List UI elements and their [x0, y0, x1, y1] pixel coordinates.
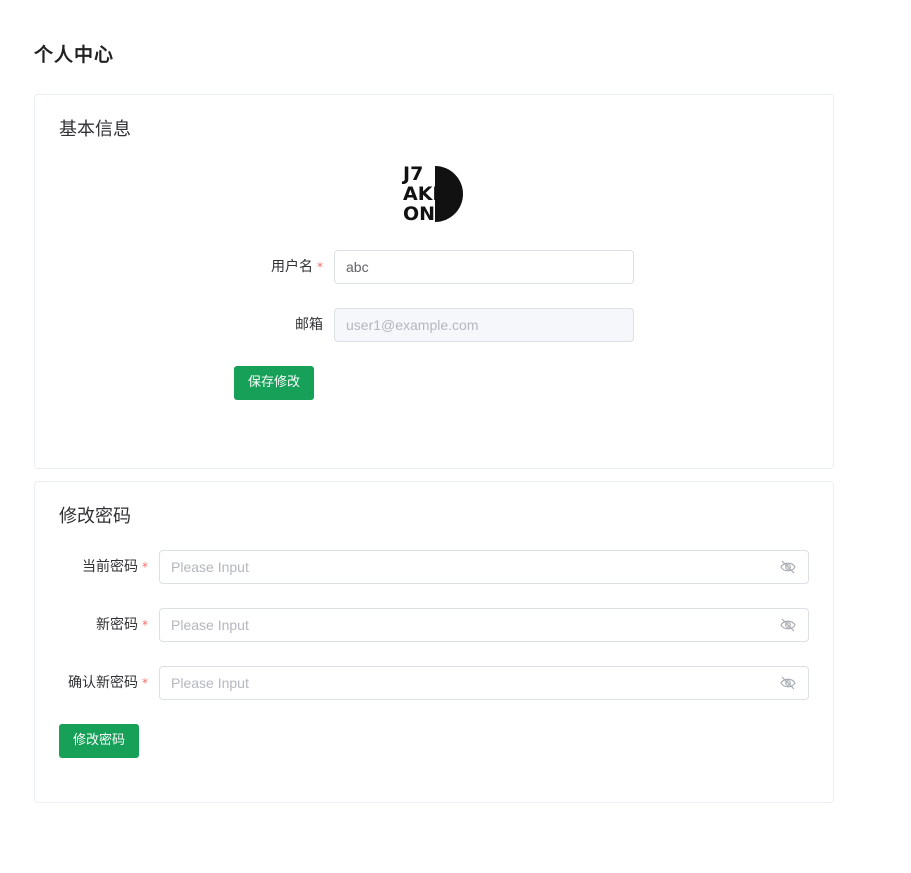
confirm-password-label: 确认新密码 * — [68, 675, 148, 691]
confirm-password-input[interactable]: Please Input — [159, 666, 809, 700]
confirm-password-placeholder: Please Input — [171, 675, 249, 691]
current-password-placeholder: Please Input — [171, 559, 249, 575]
username-input[interactable]: abc — [334, 250, 634, 284]
change-password-title: 修改密码 — [59, 506, 131, 527]
required-mark: * — [317, 260, 323, 274]
current-password-input[interactable]: Please Input — [159, 550, 809, 584]
avatar-text-line-1: J7 — [401, 163, 423, 185]
required-mark: * — [142, 560, 148, 574]
page-title: 个人中心 — [34, 44, 115, 66]
username-label: 用户名 * — [271, 259, 323, 275]
eye-off-icon[interactable] — [780, 560, 796, 574]
required-mark: * — [142, 676, 148, 690]
avatar-text-line-3: ONI — [403, 203, 442, 225]
eye-off-icon[interactable] — [780, 618, 796, 632]
change-password-card: 修改密码 当前密码 * Please Input 新密码 * Please Inpu… — [34, 481, 834, 803]
required-mark: * — [142, 618, 148, 632]
new-password-label: 新密码 * — [96, 617, 148, 633]
email-label: 邮箱 — [295, 317, 323, 333]
save-button[interactable]: 保存修改 — [234, 366, 315, 400]
new-password-placeholder: Please Input — [171, 617, 249, 633]
change-password-button[interactable]: 修改密码 — [59, 724, 140, 758]
basic-info-card: 基本信息 J7 AKI ONI 用户名 * abc 邮箱 user1@exampl… — [34, 94, 834, 469]
eye-off-icon[interactable] — [780, 676, 796, 690]
new-password-input[interactable]: Please Input — [159, 608, 809, 642]
avatar[interactable]: J7 AKI ONI — [401, 160, 469, 228]
current-password-label: 当前密码 * — [82, 559, 148, 575]
basic-info-title: 基本信息 — [59, 119, 131, 140]
email-placeholder: user1@example.com — [346, 317, 479, 333]
username-value: abc — [346, 259, 369, 275]
email-input[interactable]: user1@example.com — [334, 308, 634, 342]
avatar-text-line-2: AKI — [403, 183, 440, 205]
